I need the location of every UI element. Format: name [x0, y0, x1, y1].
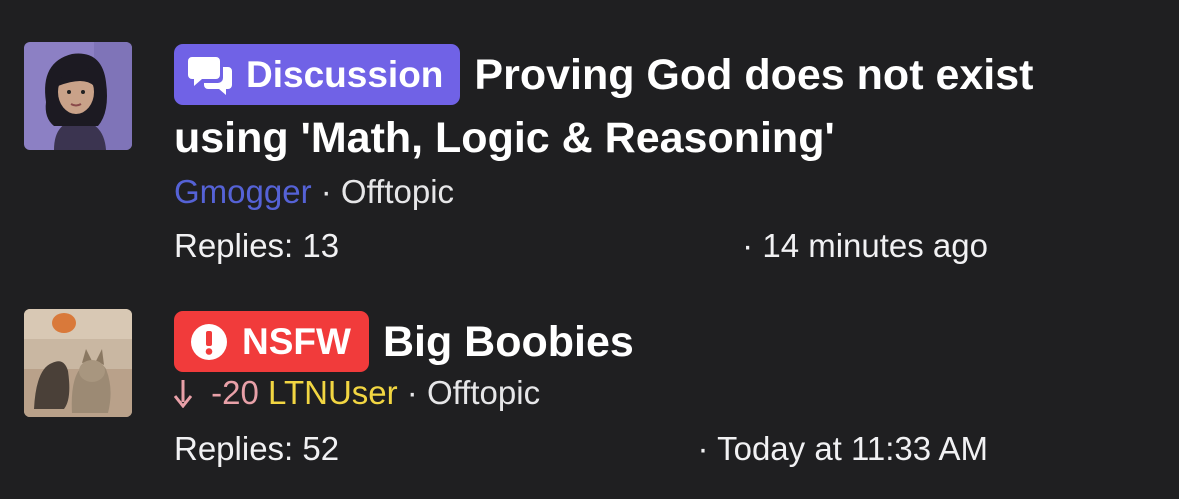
thread-meta: -20 LTNUser · Offtopic [173, 373, 1134, 413]
vote-score: -20 [211, 374, 259, 411]
badge-label: Discussion [246, 54, 444, 95]
separator: · [406, 374, 418, 411]
arrow-down-icon [173, 374, 201, 411]
previous-thread-cutoff [174, 0, 994, 8]
thread-title-line[interactable]: Discussion Proving God does not exist us… [174, 44, 1134, 170]
thread-stats: Replies: 52 · Today at 11:33 AM [174, 427, 1134, 471]
forum-link[interactable]: Offtopic [341, 173, 454, 210]
speech-bubbles-icon [188, 56, 232, 95]
replies-count: Replies: 52 [174, 430, 340, 467]
replies-count: Replies: 13 [174, 227, 340, 264]
time-label: Today at 11:33 AM [717, 430, 988, 467]
thread-stats: Replies: 13 · 14 minutes ago [174, 224, 1134, 268]
avatar[interactable] [24, 309, 132, 417]
time-label: 14 minutes ago [762, 227, 988, 264]
author-link[interactable]: LTNUser [268, 374, 398, 411]
separator: · [697, 430, 709, 467]
last-post-time[interactable]: · Today at 11:33 AM [698, 427, 988, 471]
thread-title[interactable]: Big Boobies [383, 318, 634, 366]
forum-link[interactable]: Offtopic [427, 374, 540, 411]
thread-meta: Gmogger · Offtopic [174, 172, 1134, 212]
last-post-time[interactable]: · 14 minutes ago [742, 224, 988, 268]
nsfw-badge[interactable]: NSFW [174, 311, 369, 372]
discussion-badge[interactable]: Discussion [174, 44, 461, 105]
exclamation-circle-icon [191, 323, 227, 360]
separator: · [320, 173, 332, 210]
thread-title-line[interactable]: NSFW Big Boobies [174, 311, 1134, 374]
badge-label: NSFW [242, 321, 351, 362]
separator: · [742, 227, 754, 264]
author-link[interactable]: Gmogger [174, 173, 312, 210]
avatar[interactable] [24, 42, 132, 150]
